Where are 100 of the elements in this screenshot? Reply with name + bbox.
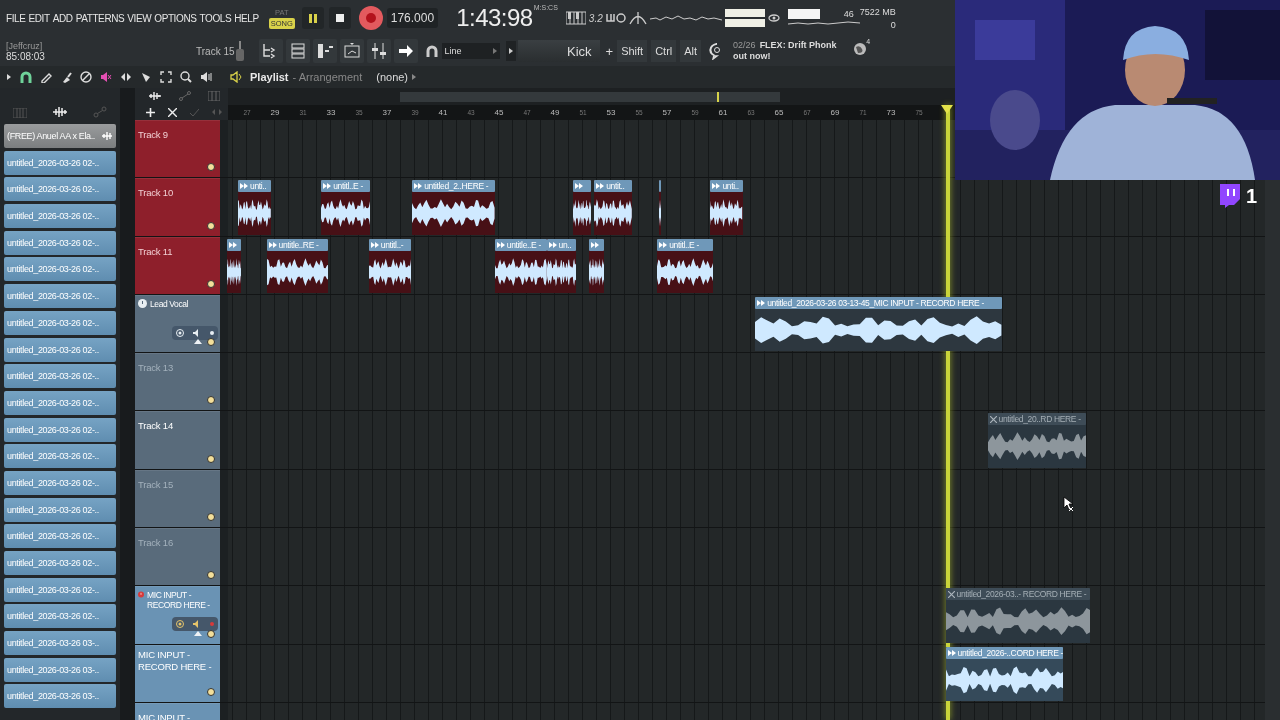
waveform-icon[interactable]	[147, 91, 162, 101]
audio-clip[interactable]: unti..	[238, 180, 271, 235]
dot-icon[interactable]	[209, 622, 214, 627]
clip-header[interactable]: untitled_20..RD HERE -	[987, 413, 1086, 426]
audio-clip[interactable]	[227, 238, 242, 293]
track-lane[interactable]	[228, 120, 955, 178]
track-lane[interactable]	[228, 469, 1265, 528]
browser-item[interactable]: untitled_2026-03-26 02-..	[4, 524, 116, 549]
countdown-label[interactable]: 3.2	[588, 12, 603, 24]
audio-clip[interactable]	[573, 180, 592, 235]
audio-clip[interactable]: unti..	[710, 180, 743, 235]
browser-item[interactable]: untitled_2026-03-26 02-..	[4, 177, 116, 202]
knob-icon[interactable]	[207, 279, 215, 288]
track-header[interactable]: Track 10	[135, 178, 220, 236]
clip-header[interactable]: untitle..E -	[494, 238, 547, 251]
audio-clip[interactable]: untit..	[594, 180, 632, 235]
clip-header[interactable]: untitl..-	[368, 238, 411, 251]
track-lane[interactable]: untitle..RE - untitl..- untitle..E - un.. untitl..E -	[228, 236, 1265, 294]
audio-clip[interactable]: untitl..-	[368, 238, 411, 293]
browser-item[interactable]: untitled_2026-03-26 02-..	[4, 470, 116, 495]
track-header[interactable]: Track 13	[135, 353, 220, 411]
track-header[interactable]: Track 15	[135, 469, 220, 528]
add-pattern-button[interactable]: +	[605, 43, 614, 59]
browser-item[interactable]: untitled_2026-03-26 02-..	[4, 337, 116, 362]
knob-icon[interactable]	[207, 687, 215, 696]
speaker-icon[interactable]	[193, 328, 201, 337]
browser-item[interactable]: untitled_2026-03-26 02-..	[4, 444, 116, 469]
tempo-field[interactable]: 176.000	[386, 8, 439, 28]
track-header[interactable]: Track 14	[135, 411, 220, 469]
knob-icon[interactable]	[207, 454, 215, 463]
magnet-icon[interactable]	[425, 45, 438, 57]
browser-item[interactable]: untitled_2026-03-26 02-..	[4, 417, 116, 442]
no-entry-icon[interactable]	[80, 71, 92, 83]
magnet-icon[interactable]	[20, 71, 32, 83]
check-icon[interactable]	[189, 107, 199, 117]
zoom-icon[interactable]	[180, 71, 192, 83]
slice-icon[interactable]	[140, 71, 152, 83]
playlist-button[interactable]	[339, 39, 364, 63]
clip-header[interactable]: untitled_2026-..CORD HERE -	[945, 646, 1064, 659]
browser-item[interactable]: untitled_2026-03-26 02-..	[4, 230, 116, 255]
globe-icon[interactable]	[853, 42, 868, 56]
slip-icon[interactable]	[120, 71, 132, 83]
browser-item[interactable]: untitled_2026-03-26 02-..	[4, 204, 116, 229]
knob-icon[interactable]	[207, 629, 215, 638]
knob-icon[interactable]	[207, 396, 215, 405]
news-headline[interactable]: 02/26 FLEX: Drift Phonk out now!	[733, 40, 846, 62]
track-lane[interactable]: untitled_2026-..CORD HERE -	[228, 644, 1265, 702]
clip-header[interactable]: untitl..E -	[657, 238, 714, 251]
knob-icon[interactable]	[207, 163, 215, 172]
monitor-icon[interactable]	[176, 620, 185, 629]
stop-button[interactable]	[328, 7, 351, 29]
caret-icon[interactable]	[194, 630, 202, 636]
audio-clip[interactable]: untitled_2026-03-26 03-13-45_MIC INPUT - RECORD HERE -	[755, 296, 1002, 352]
browser-item[interactable]: untitled_2026-03-26 03-..	[4, 631, 116, 656]
audio-clip[interactable]	[588, 238, 604, 293]
knob-icon[interactable]	[207, 513, 215, 522]
loop-icon[interactable]	[605, 11, 626, 25]
clip-header[interactable]: un..	[546, 238, 576, 251]
menu-item[interactable]: HELP	[234, 12, 259, 24]
speaker-icon[interactable]	[200, 71, 212, 83]
browser-item[interactable]: untitled_2026-03-26 03-..	[4, 657, 116, 682]
menu-item[interactable]: VIEW	[127, 12, 152, 24]
modifier-button[interactable]: Ctrl	[651, 40, 677, 62]
menu-item[interactable]: OPTIONS	[154, 12, 197, 24]
browser-item[interactable]: untitled_2026-03-26 03-..	[4, 684, 116, 709]
audio-clip[interactable]	[658, 180, 662, 235]
play-arrow-button[interactable]	[505, 41, 516, 61]
browser-item[interactable]: untitled_2026-03-26 02-..	[4, 364, 116, 389]
audio-clip[interactable]: untitl..E -	[657, 238, 714, 293]
modifier-button[interactable]: Alt	[680, 40, 702, 62]
audio-clip[interactable]: untitl..E -	[321, 180, 371, 235]
knob-icon[interactable]	[207, 571, 215, 580]
scrollbar[interactable]	[1265, 180, 1280, 720]
clip-header[interactable]: untitled_2026-03..- RECORD HERE -	[945, 588, 1090, 601]
piano-roll-button[interactable]	[312, 39, 337, 63]
clip-header[interactable]	[588, 238, 604, 251]
pattern-selector[interactable]: (none)	[376, 71, 409, 83]
metronome-icon[interactable]	[628, 11, 647, 25]
track-lane[interactable]	[228, 353, 1265, 411]
audio-clip[interactable]: untitle..E -	[494, 238, 547, 293]
track-header[interactable]: Track 9	[135, 120, 220, 178]
pencil-icon[interactable]	[40, 71, 52, 83]
track-header[interactable]: MIC INPUT - RECORD HERE -	[135, 586, 220, 644]
menu-item[interactable]: PATTERNS	[75, 12, 125, 24]
caret-icon[interactable]	[6, 71, 12, 83]
clip-header[interactable]	[658, 180, 662, 193]
record-button[interactable]	[358, 6, 383, 30]
clip-header[interactable]: untitled_2..HERE -	[412, 180, 495, 193]
scrollbar[interactable]	[120, 88, 135, 720]
browser-item[interactable]: untitled_2026-03-26 02-..	[4, 497, 116, 522]
pause-button[interactable]	[301, 7, 324, 29]
browser-item[interactable]: untitled_2026-03-26 02-..	[4, 310, 116, 335]
menu-item[interactable]: EDIT	[28, 12, 50, 24]
snap-dropdown[interactable]: Line	[441, 43, 500, 59]
knob-icon[interactable]	[207, 221, 215, 230]
track-lane[interactable]: untitled_2026-03..- RECORD HERE -	[228, 586, 1265, 644]
channel-rack-button[interactable]	[285, 39, 310, 63]
clip-header[interactable]: unti..	[710, 180, 743, 193]
fader-icon[interactable]	[234, 41, 245, 61]
select-icon[interactable]	[160, 71, 172, 83]
